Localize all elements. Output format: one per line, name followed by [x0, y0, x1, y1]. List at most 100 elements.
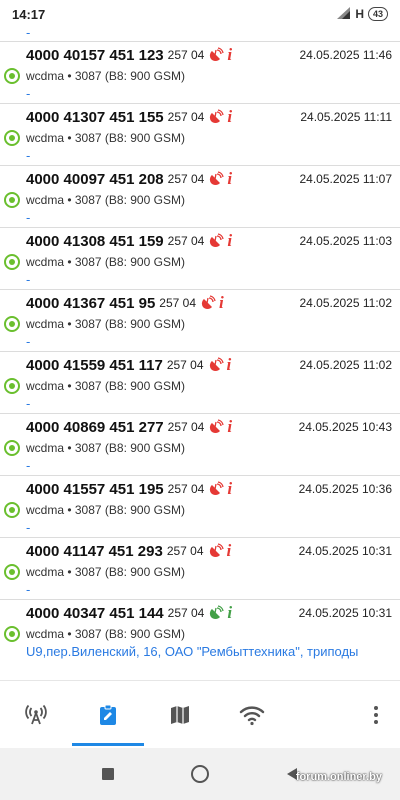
antenna-icon[interactable] [208, 47, 224, 63]
cell-id: 4000 41308 451 159 [26, 232, 164, 250]
antenna-icon[interactable] [208, 109, 224, 125]
list-item[interactable]: 4000 40347 451 144 257 04 i 24.05.2025 1… [0, 600, 400, 680]
antenna-icon[interactable] [208, 481, 224, 497]
network-type: H [355, 7, 364, 21]
antenna-icon[interactable] [208, 419, 224, 435]
status-dot-icon [4, 68, 20, 84]
circle-icon [191, 765, 209, 783]
info-icon[interactable]: i [227, 542, 232, 559]
info-icon[interactable]: i [227, 480, 232, 497]
timestamp: 24.05.2025 10:31 [298, 606, 392, 620]
technology-info: wcdma • 3087 (B8: 900 GSM) [26, 193, 185, 207]
address-text: - [26, 86, 31, 101]
status-dot-icon [4, 130, 20, 146]
antenna-icon[interactable] [208, 605, 224, 621]
cell-id: 4000 41307 451 155 [26, 108, 164, 126]
status-bar: 14:17 H 43 [0, 0, 400, 28]
timestamp: 24.05.2025 11:11 [300, 110, 392, 124]
mcc-mnc: 257 04 [159, 296, 196, 310]
antenna-icon[interactable] [208, 543, 224, 559]
square-icon [102, 768, 114, 780]
map-tab[interactable] [144, 681, 216, 749]
cell-id: 4000 40869 451 277 [26, 418, 164, 436]
cell-id: 4000 40157 451 123 [26, 46, 164, 64]
list-item[interactable]: 4000 41367 451 95 257 04 i 24.05.2025 11… [0, 290, 400, 352]
status-dot-icon [4, 626, 20, 642]
address-text: - [26, 334, 31, 349]
watermark: forum.onliner.by [295, 771, 382, 783]
status-dot-icon [4, 254, 20, 270]
mcc-mnc: 257 04 [167, 48, 205, 62]
address-text: - [26, 396, 31, 411]
log-tab[interactable] [72, 681, 144, 749]
antenna-icon[interactable] [208, 233, 224, 249]
wifi-icon [239, 706, 265, 726]
more-menu-button[interactable] [352, 681, 400, 749]
signal-icon [337, 6, 351, 22]
cell-id: 4000 40097 451 208 [26, 170, 164, 188]
info-icon[interactable]: i [227, 356, 232, 373]
list-item[interactable]: 4000 41308 451 159 257 04 i 24.05.2025 1… [0, 228, 400, 290]
mcc-mnc: 257 04 [167, 172, 205, 186]
timestamp: 24.05.2025 11:03 [299, 234, 392, 248]
antenna-icon[interactable] [200, 295, 216, 311]
technology-info: wcdma • 3087 (B8: 900 GSM) [26, 627, 185, 641]
info-icon[interactable]: i [227, 232, 232, 249]
info-icon[interactable]: i [227, 170, 232, 187]
status-time: 14:17 [12, 6, 46, 22]
address-text: - [26, 210, 31, 225]
info-icon[interactable]: i [227, 418, 232, 435]
timestamp: 24.05.2025 11:46 [299, 48, 392, 62]
mcc-mnc: 257 04 [166, 544, 204, 558]
technology-info: wcdma • 3087 (B8: 900 GSM) [26, 317, 185, 331]
status-dot-icon [4, 378, 20, 394]
timestamp: 24.05.2025 10:36 [298, 482, 392, 496]
recents-button[interactable] [96, 762, 120, 786]
cell-log-list[interactable]: - 4000 40157 451 123 257 04 i 24.05.2025… [0, 28, 400, 680]
technology-info: wcdma • 3087 (B8: 900 GSM) [26, 131, 185, 145]
list-item[interactable]: 4000 41307 451 155 257 04 i 24.05.2025 1… [0, 104, 400, 166]
timestamp: 24.05.2025 10:43 [298, 420, 392, 434]
list-item[interactable]: 4000 40869 451 277 257 04 i 24.05.2025 1… [0, 414, 400, 476]
cell-id: 4000 41367 451 95 [26, 294, 156, 312]
timestamp: 24.05.2025 10:31 [298, 544, 392, 558]
status-indicators: H 43 [337, 6, 388, 22]
address-text: - [0, 28, 400, 42]
address-text: - [26, 272, 31, 287]
status-dot-icon [4, 502, 20, 518]
list-item[interactable]: 4000 40157 451 123 257 04 i 24.05.2025 1… [0, 42, 400, 104]
clipboard-edit-icon [100, 704, 116, 725]
address-text: - [26, 148, 31, 163]
address-text: - [26, 520, 31, 535]
antenna-tab[interactable] [0, 681, 72, 749]
technology-info: wcdma • 3087 (B8: 900 GSM) [26, 379, 185, 393]
list-item[interactable]: 4000 41557 451 195 257 04 i 24.05.2025 1… [0, 476, 400, 538]
wifi-tab[interactable] [216, 681, 288, 749]
mcc-mnc: 257 04 [167, 482, 205, 496]
antenna-icon[interactable] [208, 171, 224, 187]
bottom-navigation [0, 680, 400, 748]
status-dot-icon [4, 564, 20, 580]
info-icon[interactable]: i [219, 294, 224, 311]
info-icon[interactable]: i [227, 604, 232, 621]
technology-info: wcdma • 3087 (B8: 900 GSM) [26, 565, 185, 579]
more-vert-icon [374, 706, 378, 724]
mcc-mnc: 257 04 [167, 110, 205, 124]
technology-info: wcdma • 3087 (B8: 900 GSM) [26, 441, 185, 455]
info-icon[interactable]: i [227, 46, 232, 63]
list-item[interactable]: 4000 41147 451 293 257 04 i 24.05.2025 1… [0, 538, 400, 600]
info-icon[interactable]: i [227, 108, 232, 125]
mcc-mnc: 257 04 [167, 420, 205, 434]
cell-id: 4000 41147 451 293 [26, 542, 163, 560]
list-item[interactable]: 4000 40097 451 208 257 04 i 24.05.2025 1… [0, 166, 400, 228]
address-text: - [26, 458, 31, 473]
map-icon [171, 706, 189, 724]
address-text: - [26, 582, 31, 597]
home-button[interactable] [188, 762, 212, 786]
cell-id: 4000 41557 451 195 [26, 480, 164, 498]
timestamp: 24.05.2025 11:02 [299, 296, 392, 310]
battery-icon: 43 [367, 7, 388, 21]
list-item[interactable]: 4000 41559 451 117 257 04 i 24.05.2025 1… [0, 352, 400, 414]
antenna-icon[interactable] [208, 357, 224, 373]
cell-id: 4000 40347 451 144 [26, 604, 164, 622]
